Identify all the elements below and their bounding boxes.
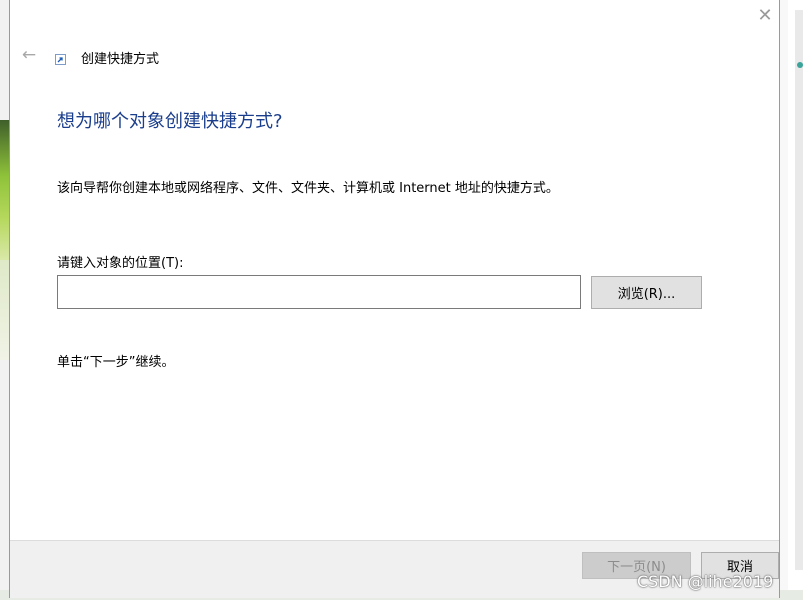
desktop-background: ✕ ← 创建快捷方式 想为哪个对象创建快捷方式? 该向导帮你创建本地或网络程序、… [0,0,803,600]
watermark: CSDN @lihe2019 [637,572,774,591]
page-heading: 想为哪个对象创建快捷方式? [57,111,283,132]
create-shortcut-dialog: ✕ ← 创建快捷方式 想为哪个对象创建快捷方式? 该向导帮你创建本地或网络程序、… [9,0,780,598]
location-label: 请键入对象的位置(T): [57,256,184,271]
shortcut-arrow-icon [55,54,66,65]
wizard-description: 该向导帮你创建本地或网络程序、文件、文件夹、计算机或 Internet 地址的快… [57,181,559,196]
continue-hint: 单击“下一步”继续。 [57,355,175,370]
dialog-title: 创建快捷方式 [81,52,160,67]
back-button[interactable]: ← [18,44,40,66]
close-icon[interactable]: ✕ [757,5,772,26]
location-input[interactable] [57,275,581,309]
background-dot [797,62,803,68]
close-button[interactable]: ✕ [751,0,779,30]
browse-button[interactable]: 浏览(R)... [591,276,702,309]
background-window-strip [795,10,803,570]
back-arrow-icon[interactable]: ← [22,45,36,65]
